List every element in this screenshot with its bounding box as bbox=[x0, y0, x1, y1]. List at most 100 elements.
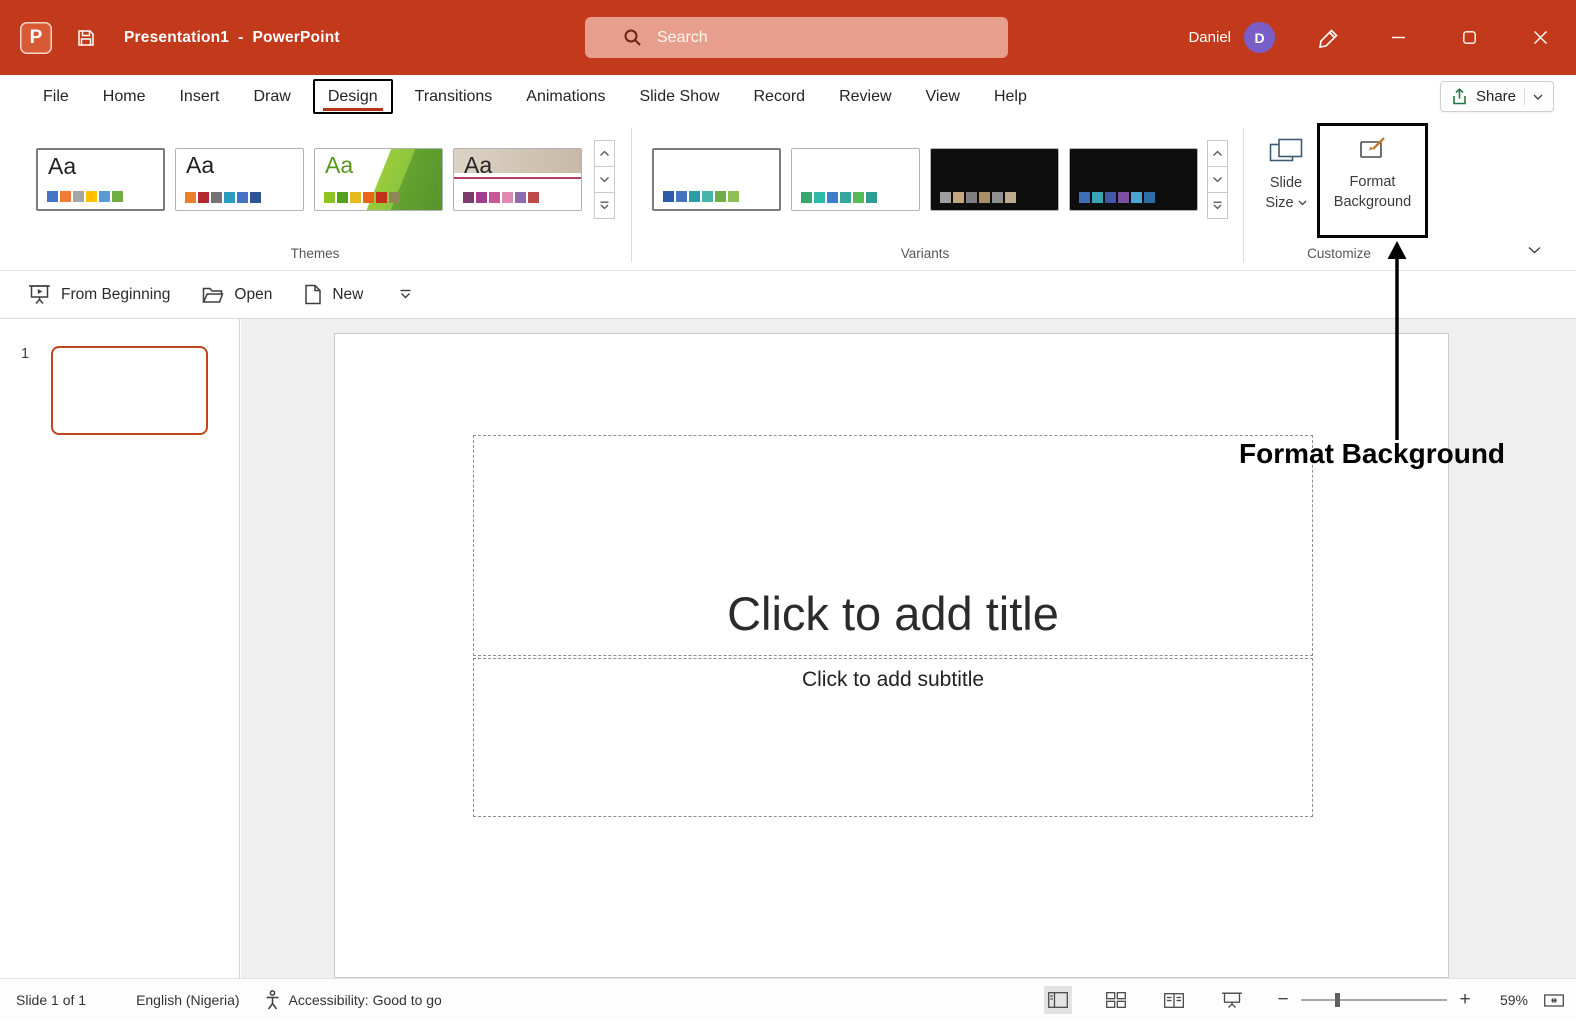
slide-canvas[interactable]: Click to add title Click to add subtitle bbox=[334, 333, 1449, 978]
zoom-percent[interactable]: 59% bbox=[1484, 992, 1528, 1008]
from-beginning-button[interactable]: From Beginning bbox=[28, 284, 170, 305]
variants-more-icon[interactable] bbox=[1207, 192, 1228, 219]
editing-canvas: Click to add title Click to add subtitle bbox=[241, 319, 1576, 978]
pen-icon[interactable] bbox=[1317, 26, 1341, 50]
new-label: New bbox=[332, 285, 364, 303]
reading-view-button[interactable] bbox=[1160, 986, 1188, 1014]
language-indicator[interactable]: English (Nigeria) bbox=[136, 992, 239, 1008]
tab-review[interactable]: Review bbox=[822, 75, 908, 118]
search-icon bbox=[624, 29, 641, 46]
variants-group-label: Variants bbox=[900, 246, 950, 261]
variant-thumbnail-2[interactable] bbox=[791, 148, 920, 211]
tab-home[interactable]: Home bbox=[86, 75, 163, 118]
theme-thumbnail-1[interactable]: Aa bbox=[36, 148, 165, 211]
maximize-button[interactable] bbox=[1434, 0, 1505, 75]
theme-thumbnail-3[interactable]: Aa bbox=[314, 148, 443, 211]
title-separator: - bbox=[238, 28, 244, 46]
slide-size-icon bbox=[1269, 138, 1303, 166]
main-area: 1 Click to add title Click to add subtit… bbox=[0, 319, 1576, 978]
zoom-slider-thumb[interactable] bbox=[1335, 993, 1340, 1007]
variant-swatches bbox=[940, 192, 1016, 203]
tab-animations[interactable]: Animations bbox=[509, 75, 622, 118]
fit-slide-to-window-icon[interactable] bbox=[1544, 992, 1564, 1009]
themes-scroll-up-icon[interactable] bbox=[594, 140, 615, 167]
subtitle-placeholder[interactable]: Click to add subtitle bbox=[473, 658, 1313, 817]
themes-more-icon[interactable] bbox=[594, 192, 615, 219]
variant-thumbnail-1[interactable] bbox=[652, 148, 781, 211]
avatar-letter: D bbox=[1254, 29, 1265, 46]
customize-toolbar-icon[interactable] bbox=[399, 289, 412, 300]
titlebar: P Presentation1 - PowerPoint Search Dani… bbox=[0, 0, 1576, 75]
collapse-ribbon-icon[interactable] bbox=[1519, 238, 1549, 262]
zoom-in-button[interactable]: + bbox=[1454, 989, 1476, 1011]
user-name[interactable]: Daniel bbox=[1188, 29, 1231, 46]
from-beginning-label: From Beginning bbox=[61, 285, 171, 303]
theme-swatches bbox=[47, 191, 123, 202]
tab-design[interactable]: Design bbox=[312, 79, 393, 114]
theme-thumbnail-2[interactable]: Aa bbox=[175, 148, 304, 211]
variant-swatches bbox=[1079, 192, 1155, 203]
slide-sorter-view-button[interactable] bbox=[1102, 986, 1130, 1014]
theme-aa-text: Aa bbox=[325, 152, 354, 178]
theme-swatches bbox=[324, 192, 400, 203]
powerpoint-logo-icon[interactable]: P bbox=[20, 21, 52, 54]
subtitle-placeholder-text: Click to add subtitle bbox=[801, 668, 985, 691]
slide-size-button[interactable]: Slide Size bbox=[1254, 126, 1318, 248]
powerpoint-window: P Presentation1 - PowerPoint Search Dani… bbox=[0, 0, 1576, 1020]
slideshow-view-button[interactable] bbox=[1218, 986, 1246, 1014]
zoom-out-button[interactable]: − bbox=[1272, 989, 1294, 1011]
themes-scroll-down-icon[interactable] bbox=[594, 166, 615, 193]
title-placeholder-text: Click to add title bbox=[727, 587, 1059, 640]
slide-size-label-line1: Slide bbox=[1269, 175, 1303, 191]
search-placeholder: Search bbox=[657, 28, 708, 46]
zoom-slider[interactable] bbox=[1301, 993, 1447, 1007]
title-placeholder[interactable]: Click to add title bbox=[473, 435, 1313, 656]
tab-file[interactable]: File bbox=[26, 75, 86, 118]
group-separator bbox=[631, 128, 632, 262]
new-document-icon bbox=[305, 284, 322, 305]
share-divider bbox=[1524, 88, 1525, 105]
variant-thumbnail-3[interactable] bbox=[930, 148, 1059, 211]
slideshow-icon bbox=[29, 285, 50, 304]
accessibility-label: Accessibility: Good to go bbox=[288, 992, 442, 1008]
tab-help[interactable]: Help bbox=[977, 75, 1044, 118]
ribbon-design-content: Aa Aa Aa Aa Themes Variants Slide Size F… bbox=[0, 118, 1576, 271]
format-background-icon bbox=[1357, 135, 1389, 165]
minimize-button[interactable] bbox=[1363, 0, 1434, 75]
tab-record[interactable]: Record bbox=[737, 75, 823, 118]
open-label: Open bbox=[234, 285, 273, 303]
theme-thumbnail-4[interactable]: Aa bbox=[453, 148, 582, 211]
tab-insert[interactable]: Insert bbox=[162, 75, 236, 118]
open-button[interactable]: Open bbox=[202, 286, 272, 304]
statusbar: Slide 1 of 1 English (Nigeria) Accessibi… bbox=[0, 978, 1576, 1020]
variants-scroll-up-icon[interactable] bbox=[1207, 140, 1228, 167]
ribbon-tab-bar: File Home Insert Draw Design Transitions… bbox=[0, 75, 1576, 118]
format-background-label-line1: Format bbox=[1349, 174, 1396, 190]
theme-swatches bbox=[463, 192, 539, 203]
new-button[interactable]: New bbox=[304, 284, 363, 305]
tab-slide-show[interactable]: Slide Show bbox=[622, 75, 736, 118]
tab-draw[interactable]: Draw bbox=[236, 75, 307, 118]
slide-counter: Slide 1 of 1 bbox=[16, 992, 87, 1008]
search-box[interactable]: Search bbox=[585, 17, 1008, 58]
accessibility-status[interactable]: Accessibility: Good to go bbox=[264, 990, 442, 1010]
folder-open-icon bbox=[202, 287, 225, 303]
variant-thumbnail-4[interactable] bbox=[1069, 148, 1198, 211]
share-button[interactable]: Share bbox=[1439, 81, 1554, 112]
theme-aa-text: Aa bbox=[48, 153, 77, 179]
format-background-button[interactable]: Format Background bbox=[1317, 123, 1428, 238]
annotation-arrow-icon bbox=[1387, 241, 1407, 440]
tab-view[interactable]: View bbox=[909, 75, 977, 118]
avatar[interactable]: D bbox=[1244, 22, 1275, 53]
document-name: Presentation1 bbox=[124, 28, 230, 46]
normal-view-button[interactable] bbox=[1044, 986, 1072, 1014]
theme-swatches bbox=[185, 192, 261, 203]
slide-thumbnail[interactable] bbox=[51, 346, 208, 435]
tab-transitions[interactable]: Transitions bbox=[398, 75, 510, 118]
variant-swatches bbox=[663, 191, 739, 202]
chevron-down-icon[interactable] bbox=[1533, 94, 1543, 100]
app-name: PowerPoint bbox=[252, 28, 340, 46]
variants-scroll-down-icon[interactable] bbox=[1207, 166, 1228, 193]
close-button[interactable] bbox=[1505, 0, 1576, 75]
save-icon[interactable] bbox=[76, 28, 96, 48]
